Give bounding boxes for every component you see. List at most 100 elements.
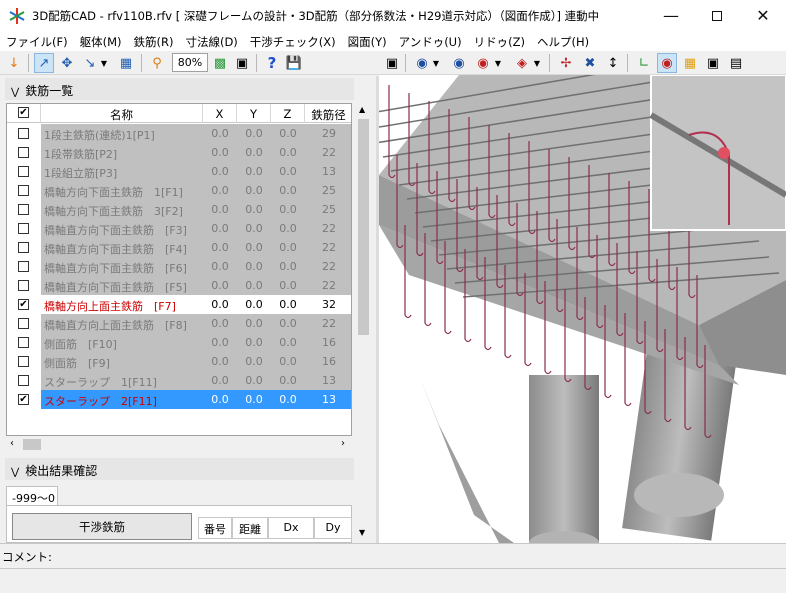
row-check-cell[interactable]	[7, 352, 41, 371]
rebar-list-header[interactable]: ⋁ 鉄筋一覧	[5, 78, 354, 100]
cell-dia[interactable]: 16	[305, 333, 351, 352]
row-check-cell[interactable]: ✔	[7, 295, 41, 314]
grid-button[interactable]: ▦	[116, 53, 136, 73]
menu-help[interactable]: ヘルプ(H)	[531, 31, 595, 51]
rebar-name[interactable]: 側面筋 [F10]	[41, 333, 203, 352]
rebar-name[interactable]: 橋軸直方向下面主鉄筋 [F4]	[41, 238, 203, 257]
row-checkbox[interactable]	[18, 223, 29, 234]
cell-z[interactable]: 0.0	[271, 314, 305, 333]
scroll-left-icon[interactable]: ‹	[10, 438, 14, 449]
hscroll-thumb[interactable]	[23, 439, 41, 450]
cell-z[interactable]: 0.0	[271, 124, 305, 143]
col-dy[interactable]: Dy	[314, 517, 352, 539]
rebar-name[interactable]: 橋軸直方向下面主鉄筋 [F3]	[41, 219, 203, 238]
rebar-name[interactable]: 橋軸方向上面主鉄筋 [F7]	[41, 295, 203, 314]
row-checkbox[interactable]	[18, 318, 29, 329]
cell-z[interactable]: 0.0	[271, 257, 305, 276]
cell-x[interactable]: 0.0	[203, 257, 237, 276]
cell-z[interactable]: 0.0	[271, 162, 305, 181]
rebar-name[interactable]: 1段主鉄筋(連続)1[P1]	[41, 124, 203, 143]
row-check-cell[interactable]	[7, 219, 41, 238]
view-select-button[interactable]: ▣	[382, 53, 402, 73]
table-row[interactable]: 橋軸方向下面主鉄筋 1[F1] 0.0 0.0 0.0 25	[7, 181, 351, 200]
header-check-cell[interactable]: ✔	[7, 104, 41, 123]
col-diameter[interactable]: 鉄筋径	[305, 104, 351, 123]
row-check-cell[interactable]	[7, 371, 41, 390]
cell-x[interactable]: 0.0	[203, 390, 237, 409]
cell-y[interactable]: 0.0	[237, 200, 271, 219]
row-check-cell[interactable]	[7, 162, 41, 181]
cell-y[interactable]: 0.0	[237, 124, 271, 143]
search-rebar-button[interactable]: ◉	[473, 53, 493, 73]
menu-file[interactable]: ファイル(F)	[0, 31, 74, 51]
cell-y[interactable]: 0.0	[237, 295, 271, 314]
row-check-cell[interactable]: ✔	[7, 390, 41, 409]
menu-undo[interactable]: アンドゥ(U)	[393, 31, 468, 51]
cell-x[interactable]: 0.0	[203, 352, 237, 371]
cell-y[interactable]: 0.0	[237, 371, 271, 390]
export-button[interactable]: ▣	[232, 53, 252, 73]
table-row[interactable]: 橋軸直方向下面主鉄筋 [F4] 0.0 0.0 0.0 22	[7, 238, 351, 257]
rebar-name[interactable]: 橋軸直方向上面主鉄筋 [F8]	[41, 314, 203, 333]
cell-x[interactable]: 0.0	[203, 200, 237, 219]
highlight-button[interactable]: ◉	[657, 53, 677, 73]
col-distance[interactable]: 距離	[232, 517, 268, 539]
scroll-up-icon[interactable]: ▲	[359, 105, 365, 114]
row-checkbox[interactable]	[18, 147, 29, 158]
menu-rebar[interactable]: 鉄筋(R)	[128, 31, 180, 51]
rebar-name[interactable]: 橋軸方向下面主鉄筋 3[F2]	[41, 200, 203, 219]
measure-tool-button[interactable]: ↘	[80, 53, 100, 73]
row-check-cell[interactable]	[7, 333, 41, 352]
search-dropdown[interactable]: ▼	[430, 53, 442, 73]
row-checkbox[interactable]	[18, 375, 29, 386]
axis-button[interactable]: ∟	[634, 53, 654, 73]
search-next-button[interactable]: ◉	[449, 53, 469, 73]
cell-dia[interactable]: 22	[305, 143, 351, 162]
rebar-name[interactable]: スターラップ 2[F11]	[41, 390, 203, 409]
rebar-name[interactable]: 1段帯鉄筋[P2]	[41, 143, 203, 162]
cell-x[interactable]: 0.0	[203, 162, 237, 181]
row-check-cell[interactable]	[7, 238, 41, 257]
minimize-button[interactable]: —	[648, 0, 694, 31]
zoom-tool-button[interactable]: ⚲	[147, 53, 167, 73]
tab-range[interactable]: -999〜0	[6, 486, 58, 506]
cell-z[interactable]: 0.0	[271, 276, 305, 295]
table-row[interactable]: 1段組立筋[P3] 0.0 0.0 0.0 13	[7, 162, 351, 181]
rebar-name[interactable]: 橋軸直方向下面主鉄筋 [F5]	[41, 276, 203, 295]
cell-z[interactable]: 0.0	[271, 390, 305, 409]
cell-z[interactable]: 0.0	[271, 371, 305, 390]
menu-body[interactable]: 躯体(M)	[74, 31, 128, 51]
cell-dia[interactable]: 22	[305, 257, 351, 276]
row-checkbox[interactable]	[18, 128, 29, 139]
cell-dia[interactable]: 13	[305, 371, 351, 390]
row-check-cell[interactable]	[7, 276, 41, 295]
cell-x[interactable]: 0.0	[203, 124, 237, 143]
cell-x[interactable]: 0.0	[203, 333, 237, 352]
scroll-down-icon[interactable]: ▼	[359, 528, 365, 537]
header-checkbox[interactable]: ✔	[18, 107, 29, 118]
cell-dia[interactable]: 22	[305, 276, 351, 295]
cell-y[interactable]: 0.0	[237, 390, 271, 409]
cell-y[interactable]: 0.0	[237, 276, 271, 295]
rebar-name[interactable]: 側面筋 [F9]	[41, 352, 203, 371]
close-button[interactable]: ✕	[740, 0, 786, 31]
search-button[interactable]: ◉	[412, 53, 432, 73]
maximize-button[interactable]	[694, 0, 740, 31]
fit-view-button[interactable]: ▩	[210, 53, 230, 73]
cell-dia[interactable]: 16	[305, 352, 351, 371]
rebar-name[interactable]: 1段組立筋[P3]	[41, 162, 203, 181]
cell-dia[interactable]: 13	[305, 390, 351, 409]
move-tool-button[interactable]: ✥	[57, 53, 77, 73]
cell-y[interactable]: 0.0	[237, 314, 271, 333]
select-tool-button[interactable]: ↗	[34, 53, 54, 73]
row-check-cell[interactable]	[7, 200, 41, 219]
cell-x[interactable]: 0.0	[203, 219, 237, 238]
cell-dia[interactable]: 13	[305, 162, 351, 181]
detection-vscrollbar[interactable]: ▼	[355, 460, 372, 543]
cell-y[interactable]: 0.0	[237, 238, 271, 257]
rebar-toggle-button[interactable]: ✢	[556, 53, 576, 73]
cell-x[interactable]: 0.0	[203, 238, 237, 257]
row-checkbox[interactable]: ✔	[18, 299, 29, 310]
col-name[interactable]: 名称	[41, 104, 203, 123]
col-x[interactable]: X	[203, 104, 237, 123]
